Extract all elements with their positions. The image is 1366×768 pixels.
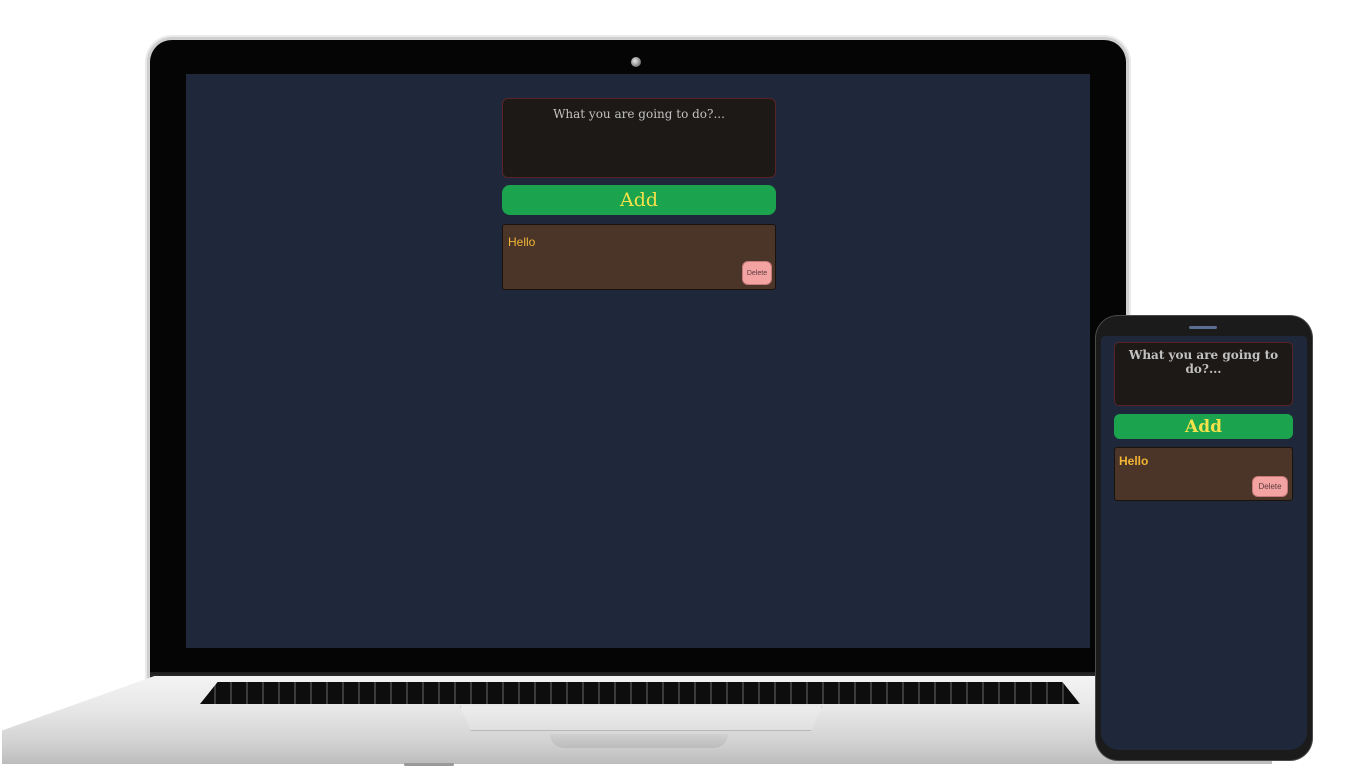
phone-speaker-icon bbox=[1189, 326, 1217, 329]
task-card: Hello Delete bbox=[1114, 447, 1293, 501]
keyboard bbox=[200, 682, 1080, 704]
phone-screen: Add Hello Delete bbox=[1101, 336, 1307, 750]
add-button[interactable]: Add bbox=[1114, 414, 1293, 439]
task-text: Hello bbox=[508, 235, 536, 249]
add-button[interactable]: Add bbox=[502, 185, 776, 215]
task-input[interactable] bbox=[502, 98, 776, 178]
delete-button[interactable]: Delete bbox=[742, 261, 772, 285]
todo-app-laptop: Add Hello Delete bbox=[502, 98, 776, 290]
webcam-icon bbox=[631, 57, 641, 67]
trackpad bbox=[460, 706, 822, 731]
task-text: Hello bbox=[1119, 454, 1149, 468]
device-mockup-stage: Add Hello Delete Add Hello Delete bbox=[0, 0, 1366, 768]
laptop-foot bbox=[404, 763, 454, 766]
delete-button[interactable]: Delete bbox=[1252, 476, 1288, 497]
todo-app-phone: Add Hello Delete bbox=[1114, 342, 1293, 501]
laptop-screen: Add Hello Delete bbox=[186, 74, 1090, 648]
task-card: Hello Delete bbox=[502, 224, 776, 290]
laptop-opening-notch bbox=[550, 734, 728, 748]
task-input[interactable] bbox=[1114, 342, 1293, 406]
